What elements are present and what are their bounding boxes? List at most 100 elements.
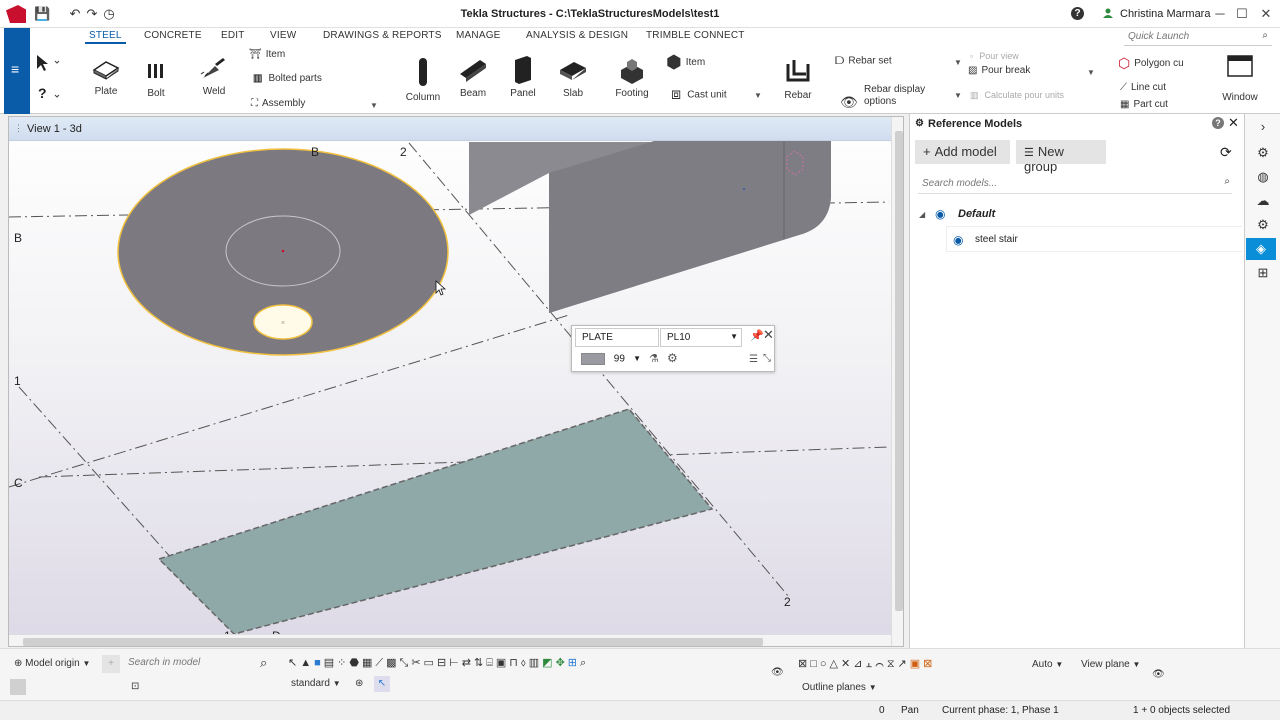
rebar-display-dropdown-icon[interactable]: ▼ [954,91,962,100]
snap-triangle-icon[interactable]: △ [830,658,841,670]
cloud-icon[interactable]: ☁ [1245,190,1280,212]
snap-visibility-eye-icon[interactable]: 👁 [1152,669,1165,680]
snap-arrow-icon[interactable]: ↗ [898,658,910,670]
panel-help-icon[interactable]: ? [1212,117,1224,129]
collapse-arrow-icon[interactable]: ◢ [919,210,925,219]
switch-grid-icon[interactable]: ▦ [362,657,375,669]
list-icon[interactable]: ☰ [749,354,758,365]
item-button[interactable]: ⛩ Item [249,49,285,60]
concrete-panel[interactable] [469,141,831,313]
column-button[interactable]: Column [405,56,441,103]
expand-panel-icon[interactable]: › [1245,116,1280,138]
switch-scissors-icon[interactable]: ✂ [411,657,423,669]
snap-orange2-icon[interactable]: ⊠ [923,658,935,670]
context-close-icon[interactable]: ✕ [763,327,774,343]
horizontal-scrollbar[interactable] [9,634,891,646]
assembly-dropdown-icon[interactable]: ▼ [370,101,378,110]
pour-break-dropdown-icon[interactable]: ▼ [1087,68,1095,77]
beam-button[interactable]: Beam [455,56,491,99]
class-field[interactable]: 99 ▼ [575,350,641,369]
vertical-scrollbar[interactable] [891,117,903,646]
refresh-icon[interactable]: ⟳ [1220,144,1232,161]
window-button[interactable]: Window [1218,54,1262,103]
switch-pour-icon[interactable]: ▣ [496,657,509,669]
reference-models-icon[interactable]: ◈ [1246,238,1276,260]
visibility-eye-icon[interactable]: 👁 [771,667,784,678]
filter-icon[interactable]: ⊡ [131,681,139,692]
switch-part-icon[interactable]: ■ [314,657,324,669]
switch-cut-icon[interactable]: ⬣ [349,657,362,669]
tab-manage[interactable]: MANAGE [456,30,501,41]
rectangular-plate[interactable] [157,408,714,634]
user-name[interactable]: Christina Marmara [1120,8,1210,20]
switch-bars-icon[interactable]: ⊟ [437,657,449,669]
view-tab[interactable]: ⋮ View 1 - 3d [9,117,891,141]
vertical-scroll-thumb[interactable] [895,131,903,611]
calculate-pour-units-button[interactable]: ▥ Calculate pour units [970,90,1064,101]
assembly-button[interactable]: ⛶ Assembly [251,98,305,109]
switch-bolt-icon[interactable]: ⁘ [337,657,349,669]
maximize-button[interactable]: ☐ [1232,5,1252,23]
part-cut-button[interactable]: ▦ Part cut [1120,99,1168,110]
snap-switches[interactable]: ⊠□○△✕⊿⫠⌒⧖↗▣⊠ [798,657,935,671]
switch-assembly-icon[interactable]: ⌸ [486,657,496,669]
settings-icon[interactable]: ⚙ [1245,214,1280,236]
minimize-button[interactable]: ─ [1210,5,1230,23]
concrete-item-button[interactable]: ⬢ Item [666,52,705,73]
snap-orange-icon[interactable]: ▣ [910,658,923,670]
eye-default-icon[interactable]: ◉ [935,207,945,221]
select-switch-icon[interactable]: ↖ [288,657,300,669]
switch-line-icon[interactable]: ⟋ [375,657,386,669]
tab-edit[interactable]: EDIT [221,30,245,41]
switch-object-icon[interactable]: ⤡ [400,657,412,669]
quick-launch-input[interactable]: Quick Launch ⌕ [1124,28,1272,46]
snap-box-icon[interactable]: ⊠ [798,658,810,670]
plate-button[interactable]: Plate [88,58,124,97]
cast-unit-button[interactable]: ⧈ Cast unit [671,86,727,104]
pour-view-button[interactable]: ▫ Pour view [970,51,1019,61]
panel-button[interactable]: Panel [507,54,539,99]
switch-rect-icon[interactable]: ▭ [424,657,437,669]
add-origin-button[interactable]: + [102,655,120,673]
expand-icon[interactable]: ⤡ [763,353,771,364]
add-model-button[interactable]: + Add model [915,140,1010,164]
tab-steel[interactable]: STEEL [85,30,126,44]
side-menu[interactable]: ≡ [4,28,30,114]
snap-cross-icon[interactable]: ✕ [841,658,853,670]
hamburger-menu-icon[interactable]: ≡ [11,61,19,77]
snap-square-icon[interactable]: □ [810,658,820,670]
pointer-snap-icon[interactable]: ↖ [374,676,390,692]
status-phase[interactable]: Current phase: 1, Phase 1 [942,705,1059,716]
view-plane-dropdown[interactable]: View plane ▼ [1081,659,1140,670]
profile-field[interactable]: PL10 ▼ [660,328,742,347]
help-icon[interactable]: ? [1071,7,1084,20]
switch-rebar-icon[interactable]: ⇄ [462,657,474,669]
switch-weld-icon[interactable]: ▤ [324,657,337,669]
eye-model-icon[interactable]: ◉ [953,233,963,247]
weld-button[interactable]: Weld [196,56,232,97]
tab-concrete[interactable]: CONCRETE [144,30,202,41]
switch-layer-icon[interactable]: ▥ [529,657,542,669]
new-group-button[interactable]: ☰ New group [1016,140,1106,174]
rebar-set-dropdown-icon[interactable]: ▼ [954,58,962,67]
tab-trimble-connect[interactable]: TRIMBLE CONNECT [646,30,745,41]
rebar-button[interactable]: Rebar [780,56,816,101]
snap-perp-icon[interactable]: ⫠ [865,658,875,670]
switch-rebar2-icon[interactable]: ⇅ [474,657,486,669]
model-view[interactable]: × B 2 B 1 C 2 1 D ⋮ View 1 - 3d [8,116,904,647]
search-in-model-input[interactable]: Search in model ⌕ [128,655,278,673]
snap-x-icon[interactable]: ⧖ [887,658,898,670]
snap-circle-icon[interactable]: ○ [820,658,830,670]
snap-settings-icon[interactable]: ⊛ [355,678,363,689]
pin-icon[interactable]: 📌 [750,329,764,342]
list-item[interactable]: ◉ steel stair [946,226,1242,252]
tab-drawings-reports[interactable]: DRAWINGS & REPORTS [323,30,442,41]
slab-button[interactable]: Slab [556,58,590,99]
origin-toggle[interactable] [10,679,26,695]
standard-dropdown[interactable]: standard ▼ [291,678,341,689]
snap-corner-icon[interactable]: ⊿ [853,658,865,670]
snap-wave-icon[interactable]: ⌒ [875,658,887,670]
polygon-cut-button[interactable]: ⬡ Polygon cu [1118,55,1184,72]
switch-bracket-icon[interactable]: ⊓ [509,657,521,669]
switch-dim-icon[interactable]: ⊢ [449,657,462,669]
